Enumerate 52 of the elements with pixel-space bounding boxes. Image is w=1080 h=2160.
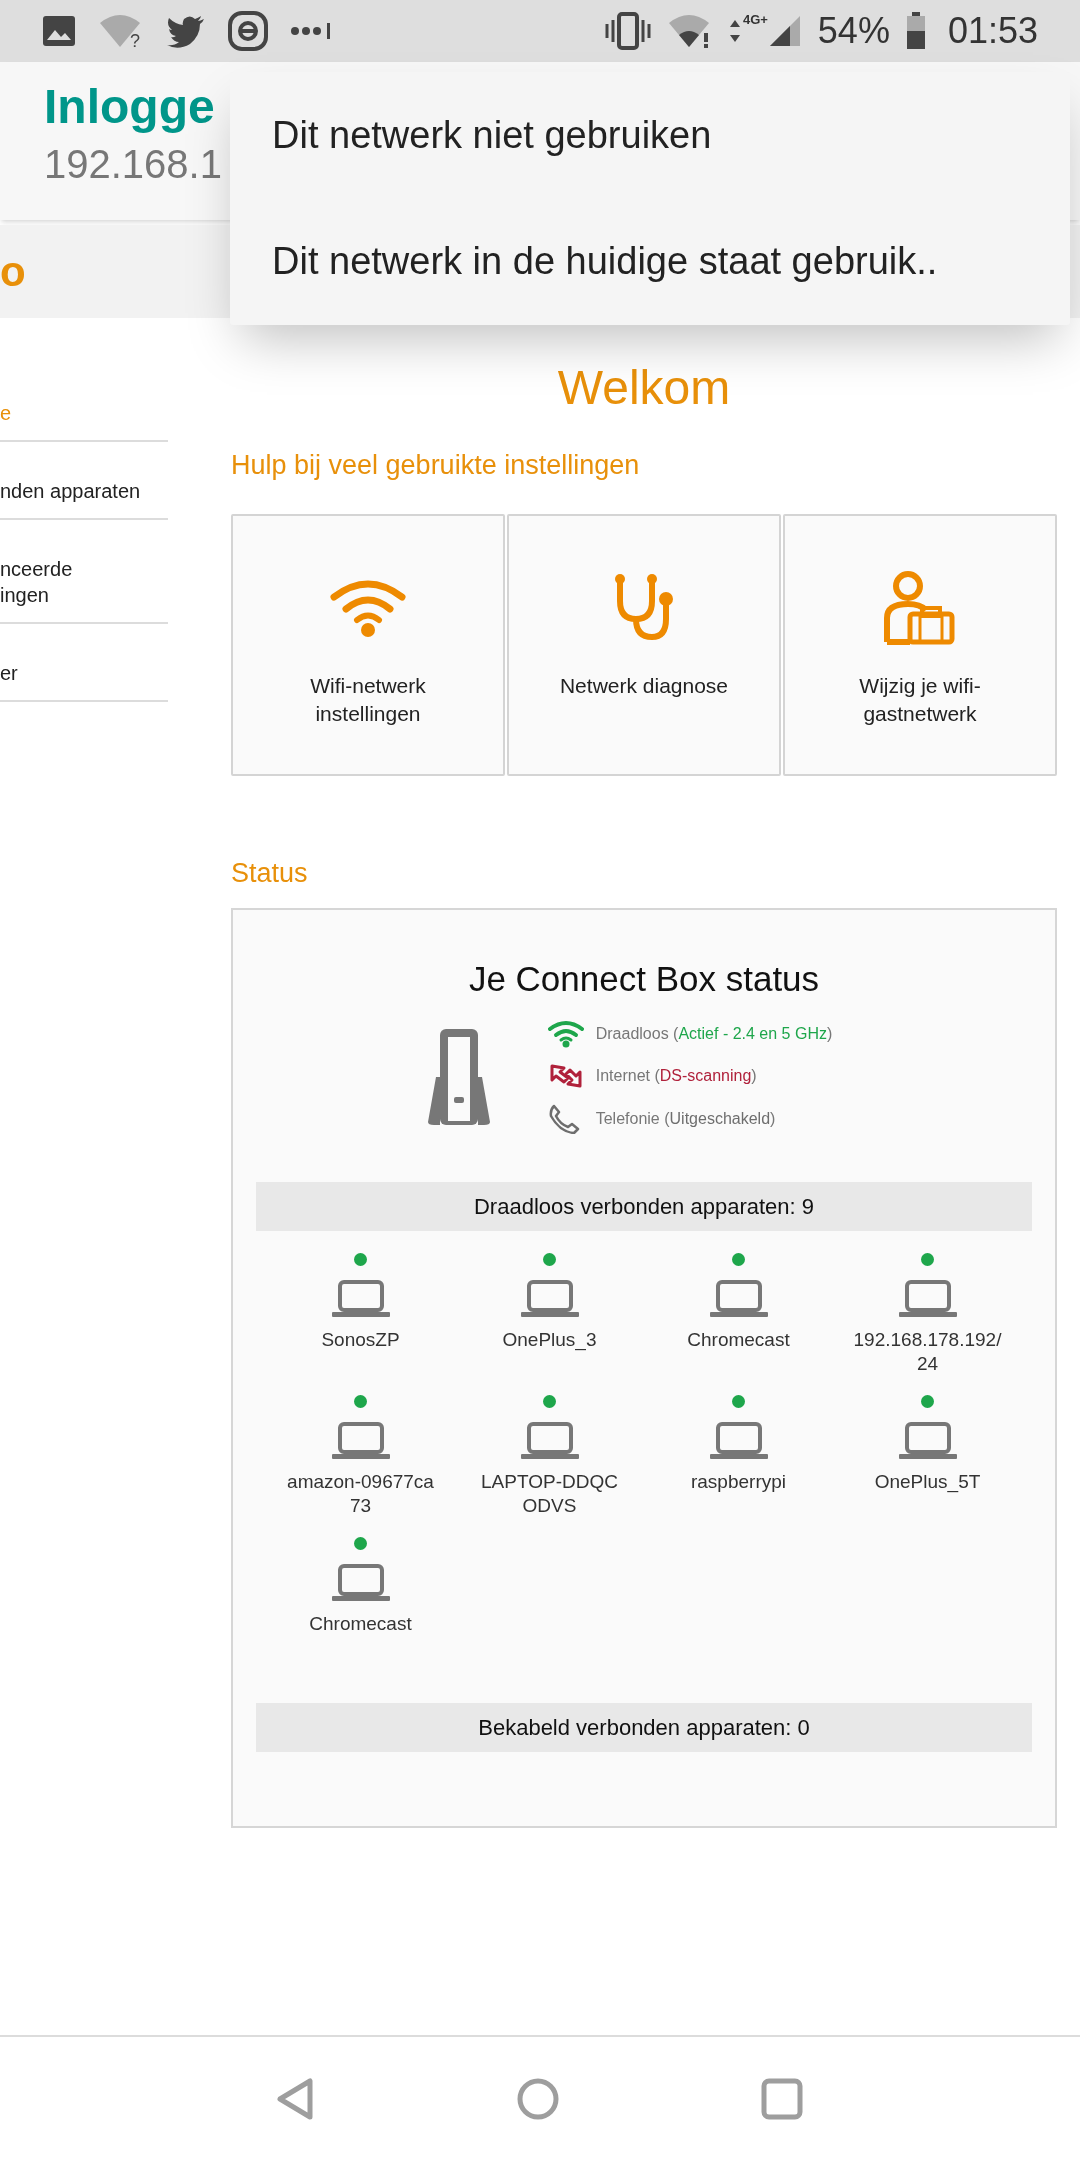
service-status: Internet (DS-scanning)	[595, 1066, 757, 1086]
shortcut-card[interactable]: Wijzig je wifi-gastnetwerk	[783, 514, 1057, 776]
device-name: amazon-09677ca73	[286, 1470, 435, 1518]
service-status: Draadloos (Actief - 2.4 en 5 GHz)	[595, 1024, 833, 1044]
logo-fragment: o	[0, 247, 26, 297]
router-icon	[425, 1027, 492, 1127]
wireless-devices-bar: Draadloos verbonden apparaten: 9	[256, 1182, 1032, 1231]
device-name: OnePlus_3	[501, 1328, 598, 1352]
sidebar-item[interactable]: nceerde ingen	[0, 520, 168, 624]
laptop-icon	[709, 1422, 768, 1460]
panel-title: Je Connect Box status	[467, 958, 821, 1000]
device-name: SonosZP	[320, 1328, 401, 1352]
laptop-icon	[331, 1422, 390, 1460]
device-name: Chromecast	[686, 1328, 791, 1352]
device-name: 192.168.178.192/24	[853, 1328, 1002, 1376]
person-with-suitcase-icon	[884, 570, 956, 646]
laptop-icon	[520, 1280, 579, 1318]
laptop-icon	[331, 1564, 390, 1602]
recent-apps-icon[interactable]	[760, 2076, 804, 2121]
shortcut-card[interactable]: Wifi-netwerk instellingen	[231, 514, 505, 776]
stethoscope-icon	[612, 573, 676, 643]
battery-icon	[905, 12, 926, 50]
home-icon[interactable]	[516, 2076, 560, 2121]
image-icon	[42, 15, 76, 47]
shortcut-card[interactable]: Netwerk diagnose	[507, 514, 781, 776]
battery-percentage: 54%	[817, 13, 890, 49]
laptop-icon	[898, 1422, 957, 1460]
laptop-icon	[709, 1280, 768, 1318]
wifi-icon	[330, 579, 406, 637]
menu-item[interactable]: Dit netwerk niet gebruiken	[230, 72, 1070, 198]
device-name: OnePlus_5T	[873, 1470, 982, 1494]
bird-icon	[166, 14, 206, 48]
device-name: Chromecast	[308, 1612, 413, 1636]
sidebar-item[interactable]: er	[0, 624, 168, 702]
back-icon[interactable]	[276, 2076, 316, 2121]
vibrate-icon	[604, 12, 651, 50]
device-name: LAPTOP-DDQCODVS	[480, 1470, 619, 1518]
help-heading: Hulp bij veel gebruikte instellingen	[231, 449, 641, 482]
laptop-icon	[520, 1422, 579, 1460]
network-type-label: 4G+	[742, 11, 768, 29]
menu-item[interactable]: Dit netwerk in de huidige staat gebruik..	[230, 198, 1070, 324]
page-address: 192.168.1	[44, 141, 222, 188]
welcome-heading: Welkom	[556, 360, 732, 416]
service-status: Telefonie (Uitgeschakeld)	[595, 1109, 776, 1129]
clock: 01:53	[947, 13, 1038, 49]
sidebar-item[interactable]: nden apparaten	[0, 442, 168, 520]
laptop-icon	[331, 1280, 390, 1318]
wired-devices-bar: Bekabeld verbonden apparaten: 0	[256, 1703, 1032, 1752]
laptop-icon	[898, 1280, 957, 1318]
device-name: raspberrypi	[689, 1470, 787, 1494]
status-heading: Status	[231, 857, 309, 890]
page-title: Inlogge	[44, 80, 215, 134]
